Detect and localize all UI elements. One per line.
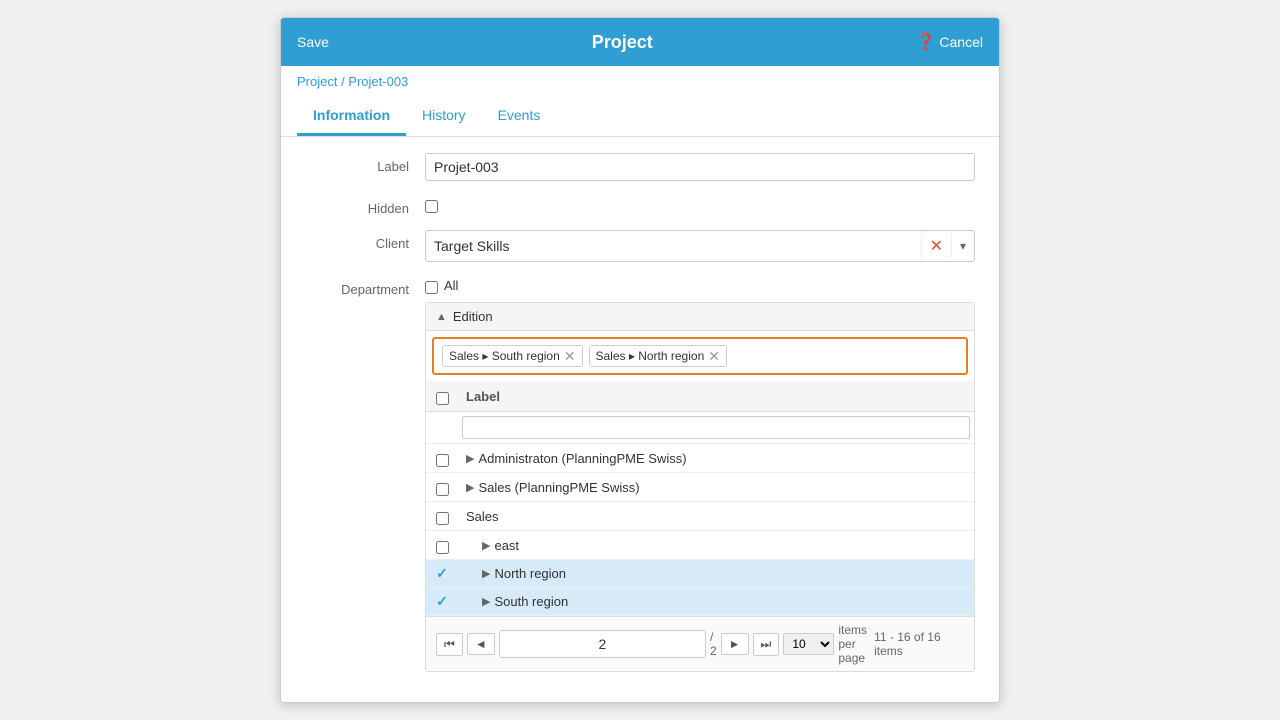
label-input[interactable] (425, 153, 975, 181)
list-search-input[interactable] (462, 416, 970, 439)
help-icon: ❓ (915, 32, 935, 52)
form-content: Label Hidden Client Target Skills ✕ ▾ (281, 137, 999, 702)
label-field-label: Label (305, 153, 425, 174)
tag-south-region: Sales ▸ South region ✕ (442, 345, 583, 367)
row2-expand-icon[interactable]: ▶ (466, 481, 474, 494)
last-page-button[interactable]: ⏭ (753, 633, 780, 656)
row3-check[interactable] (426, 502, 458, 530)
list-item: ▶ east (426, 531, 974, 560)
client-dropdown-button[interactable]: ▾ (951, 234, 974, 258)
prev-page-button[interactable]: ◄ (467, 633, 495, 655)
list-item: ✓ ▶ North region (426, 560, 974, 588)
first-page-button[interactable]: ⏮ (436, 633, 463, 656)
all-checkbox[interactable] (425, 281, 438, 294)
cancel-button[interactable]: ❓ Cancel (915, 32, 983, 52)
tab-history[interactable]: History (406, 97, 482, 136)
breadcrumb[interactable]: Project / Projet-003 (281, 66, 999, 97)
tag-south-text: Sales ▸ South region (449, 349, 560, 363)
list-header-check-col (426, 381, 458, 411)
all-label: All (444, 278, 458, 293)
row4-expand-icon[interactable]: ▶ (482, 539, 490, 552)
hidden-field (425, 195, 975, 216)
label-field (425, 153, 975, 181)
row5-label: ▶ North region (458, 561, 974, 586)
row1-check[interactable] (426, 444, 458, 472)
list-item: ▶ Administraton (PlanningPME Swiss) (426, 444, 974, 473)
tag-north-text: Sales ▸ North region (596, 349, 705, 363)
department-box: ▲ Edition Sales ▸ South region ✕ Sales ▸… (425, 302, 975, 672)
client-field: Target Skills ✕ ▾ (425, 230, 975, 262)
edition-header: ▲ Edition (426, 303, 974, 331)
client-field-wrapper: Target Skills ✕ ▾ (425, 230, 975, 262)
list-search-row (426, 412, 974, 444)
save-button[interactable]: Save (297, 34, 329, 50)
row5-expand-icon[interactable]: ▶ (482, 567, 490, 580)
page-title: Project (592, 32, 653, 53)
list-item: ✓ ▶ South region (426, 588, 974, 616)
client-clear-button[interactable]: ✕ (921, 231, 951, 261)
list-item: Sales (426, 502, 974, 531)
department-section: All ▲ Edition Sales ▸ South region ✕ Sal… (425, 276, 975, 672)
row6-check[interactable]: ✓ (426, 588, 458, 615)
label-row: Label (305, 153, 975, 181)
row2-check[interactable] (426, 473, 458, 501)
department-all: All (425, 276, 975, 294)
row1-expand-icon[interactable]: ▶ (466, 452, 474, 465)
row6-expand-icon[interactable]: ▶ (482, 595, 490, 608)
row2-label: ▶ Sales (PlanningPME Swiss) (458, 475, 974, 500)
tag-north-region: Sales ▸ North region ✕ (589, 345, 727, 367)
department-field-label: Department (305, 276, 425, 297)
pagination-controls: ⏮ ◄ / 2 ► ⏭ 10 25 50 100 (436, 623, 874, 665)
hidden-row: Hidden (305, 195, 975, 216)
row1-label: ▶ Administraton (PlanningPME Swiss) (458, 446, 974, 471)
row4-check[interactable] (426, 531, 458, 559)
hidden-checkbox[interactable] (425, 200, 438, 213)
edition-label: Edition (453, 309, 493, 324)
tab-bar: Information History Events (281, 97, 999, 137)
row6-checkmark: ✓ (436, 593, 448, 610)
page-info: 11 - 16 of 16 items (874, 630, 964, 658)
page-of-label: / 2 (710, 630, 717, 658)
items-per-page-select[interactable]: 10 25 50 100 (783, 633, 834, 655)
selected-tags-container: Sales ▸ South region ✕ Sales ▸ North reg… (432, 337, 968, 375)
tag-north-remove[interactable]: ✕ (708, 349, 720, 363)
list-header-label: Label (458, 383, 974, 410)
items-per-page-label: items per page (838, 623, 874, 665)
hidden-field-label: Hidden (305, 195, 425, 216)
pagination: ⏮ ◄ / 2 ► ⏭ 10 25 50 100 (426, 616, 974, 671)
department-row: Department All ▲ Edition Sales ▸ South r… (305, 276, 975, 672)
next-page-button[interactable]: ► (721, 633, 749, 655)
client-field-label: Client (305, 230, 425, 251)
list-item: ▶ Sales (PlanningPME Swiss) (426, 473, 974, 502)
header: Save Project ❓ Cancel (281, 18, 999, 66)
tag-south-remove[interactable]: ✕ (564, 349, 576, 363)
list-header-row: Label (426, 381, 974, 412)
client-row: Client Target Skills ✕ ▾ (305, 230, 975, 262)
row5-check[interactable]: ✓ (426, 560, 458, 587)
row3-label: Sales (458, 504, 974, 529)
row5-checkmark: ✓ (436, 565, 448, 582)
main-window: Save Project ❓ Cancel Project / Projet-0… (280, 17, 1000, 703)
list-header-checkbox[interactable] (436, 392, 449, 405)
tab-events[interactable]: Events (482, 97, 557, 136)
row6-label: ▶ South region (458, 589, 974, 614)
page-input[interactable] (499, 630, 706, 658)
tab-information[interactable]: Information (297, 97, 406, 136)
edition-arrow-icon: ▲ (436, 311, 447, 323)
row4-label: ▶ east (458, 533, 974, 558)
client-value: Target Skills (426, 233, 921, 259)
